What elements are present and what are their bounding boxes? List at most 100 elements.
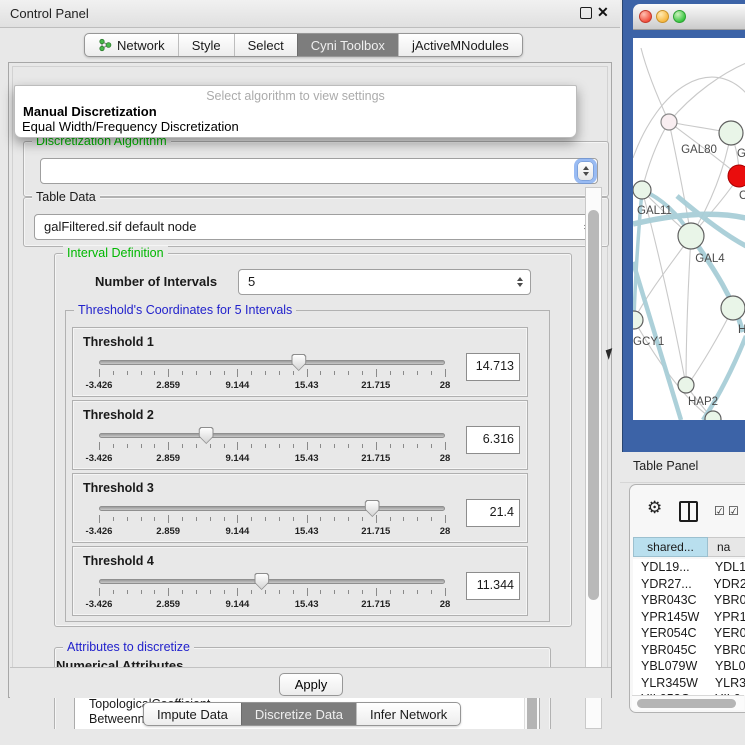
top-tab-bar: Network Style Select Cyni Toolbox jActiv… xyxy=(84,33,523,57)
slider-tick-labels: -3.4262.8599.14415.4321.71528 xyxy=(99,380,445,392)
tab-network[interactable]: Network xyxy=(85,34,178,56)
node-red xyxy=(728,165,745,187)
dropdown-option-equal-width[interactable]: Equal Width/Frequency Discretization xyxy=(22,119,239,134)
tab-label: Discretize Data xyxy=(255,707,343,722)
table-row[interactable]: YDL19...YDL1 xyxy=(633,559,745,576)
threshold-panel: Threshold 3 -3.4262.8599.14415.4321.7152… xyxy=(72,473,528,543)
table-row[interactable]: YBR045CYBR0 xyxy=(633,642,745,659)
tab-discretize-data[interactable]: Discretize Data xyxy=(241,703,356,725)
threshold-4-value-field[interactable]: 11.344 xyxy=(466,572,520,600)
network-icon xyxy=(98,38,112,52)
slider-track[interactable] xyxy=(99,579,445,584)
close-icon[interactable]: ✕ xyxy=(597,4,609,21)
table-row[interactable]: YER054CYER0 xyxy=(633,625,745,642)
checkbox-icon[interactable]: ☑ xyxy=(728,504,739,518)
network-window-titlebar[interactable] xyxy=(633,4,745,30)
threshold-3-value-field[interactable]: 21.4 xyxy=(466,499,520,527)
bottom-tab-bar: Impute Data Discretize Data Infer Networ… xyxy=(143,702,461,726)
threshold-2-slider[interactable]: -3.4262.8599.14415.4321.71528 xyxy=(99,429,445,469)
slider-ticks xyxy=(99,369,445,378)
tab-label: Impute Data xyxy=(157,707,228,722)
column-header-name[interactable]: na xyxy=(708,537,745,557)
table-row[interactable]: YBL079WYBL0 xyxy=(633,658,745,675)
table-panel-header: Table Panel xyxy=(620,452,745,483)
threshold-label: Threshold 4 xyxy=(83,554,154,568)
tab-impute-data[interactable]: Impute Data xyxy=(144,703,241,725)
threshold-2-value-field[interactable]: 6.316 xyxy=(466,426,520,454)
apply-row: Apply xyxy=(10,667,611,698)
threshold-1-slider[interactable]: -3.4262.8599.14415.4321.71528 xyxy=(99,356,445,396)
control-panel-titlebar: Control Panel ✕ xyxy=(0,0,620,28)
slider-tick-labels: -3.4262.8599.14415.4321.71528 xyxy=(99,599,445,611)
slider-track[interactable] xyxy=(99,360,445,365)
close-traffic-light-icon[interactable] xyxy=(639,10,652,23)
tab-label: Style xyxy=(192,38,221,53)
panel-scrollbar[interactable] xyxy=(585,187,602,729)
apply-button[interactable]: Apply xyxy=(279,673,343,696)
minimize-traffic-light-icon[interactable] xyxy=(656,10,669,23)
threshold-label: Threshold 2 xyxy=(83,408,154,422)
threshold-label: Threshold 1 xyxy=(83,335,154,349)
combobox-value: 5 xyxy=(248,274,255,289)
slider-track[interactable] xyxy=(99,506,445,511)
table-header-row: shared... na xyxy=(633,537,745,557)
tab-style[interactable]: Style xyxy=(178,34,234,56)
number-of-intervals-combobox[interactable]: 5 xyxy=(238,269,531,295)
slider-tick-labels: -3.4262.8599.14415.4321.71528 xyxy=(99,453,445,465)
tab-select[interactable]: Select xyxy=(234,34,297,56)
table-horizontal-scrollbar[interactable] xyxy=(632,695,744,710)
panel-title: Control Panel xyxy=(10,6,89,21)
table-row[interactable]: YDR27...YDR2 xyxy=(633,576,745,593)
threshold-panel: Threshold 4 -3.4262.8599.14415.4321.7152… xyxy=(72,546,528,616)
zoom-traffic-light-icon[interactable] xyxy=(673,10,686,23)
tab-label: Cyni Toolbox xyxy=(311,38,385,53)
table-row[interactable]: YLR345WYLR3 xyxy=(633,675,745,692)
node-label: H xyxy=(738,324,745,336)
node-h xyxy=(721,296,745,320)
stepper-icon xyxy=(513,274,526,290)
thresholds-group: Threshold's Coordinates for 5 Intervals … xyxy=(65,310,550,622)
interval-definition-group: Interval Definition Number of Intervals … xyxy=(54,253,572,627)
table-panel: ⚙ ☑ ☑ shared... na YDL19...YDL1 YDR27...… xyxy=(629,484,745,713)
group-title: Threshold's Coordinates for 5 Intervals xyxy=(74,303,296,317)
control-panel-window: Control Panel ✕ Network Style Select Cyn… xyxy=(0,0,620,745)
tab-label: jActiveMNodules xyxy=(412,38,509,53)
stepper-icon[interactable] xyxy=(577,161,594,181)
threshold-3-slider[interactable]: -3.4262.8599.14415.4321.71528 xyxy=(99,502,445,542)
table-row[interactable]: YPR145WYPR1 xyxy=(633,609,745,626)
settings-gear-icon[interactable]: ⚙ xyxy=(647,498,662,518)
slider-ticks xyxy=(99,588,445,597)
node-gal11 xyxy=(633,181,651,199)
table-row[interactable]: YBR043CYBR0 xyxy=(633,592,745,609)
network-view-window: GAL80GACGAL11GAL4GCY1HHAP2 xyxy=(622,0,745,452)
threshold-1-value-field[interactable]: 14.713 xyxy=(466,353,520,381)
node-label: GAL80 xyxy=(681,144,717,156)
scrollbar-thumb[interactable] xyxy=(588,210,599,600)
tab-infer-network[interactable]: Infer Network xyxy=(356,703,460,725)
tab-cyni-toolbox[interactable]: Cyni Toolbox xyxy=(297,34,398,56)
column-header-shared-name[interactable]: shared... xyxy=(633,537,708,557)
tab-jactivemnodules[interactable]: jActiveMNodules xyxy=(398,34,522,56)
algorithm-dropdown-popup: Select algorithm to view settings Manual… xyxy=(14,85,577,138)
threshold-panel: Threshold 2 -3.4262.8599.14415.4321.7152… xyxy=(72,400,528,470)
float-window-icon[interactable] xyxy=(580,7,592,19)
node-label: GAL4 xyxy=(695,253,725,265)
threshold-label: Threshold 3 xyxy=(83,481,154,495)
split-view-icon[interactable] xyxy=(679,501,698,522)
algorithm-combobox[interactable] xyxy=(40,158,598,184)
tab-label: Network xyxy=(117,38,165,53)
slider-ticks xyxy=(99,442,445,451)
node-gcy1 xyxy=(633,311,643,329)
threshold-panel: Threshold 1 -3.4262.8599.14415.4321.7152… xyxy=(72,327,528,397)
dropdown-option-manual[interactable]: Manual Discretization xyxy=(23,104,157,119)
node-label: C xyxy=(739,190,745,202)
network-canvas[interactable]: GAL80GACGAL11GAL4GCY1HHAP2 xyxy=(633,38,745,420)
node-label: HAP2 xyxy=(688,396,718,408)
tab-label: Infer Network xyxy=(370,707,447,722)
threshold-4-slider[interactable]: -3.4262.8599.14415.4321.71528 xyxy=(99,575,445,615)
checkbox-icon[interactable]: ☑ xyxy=(714,504,725,518)
slider-track[interactable] xyxy=(99,433,445,438)
scrollbar-thumb[interactable] xyxy=(637,699,736,708)
node-gal4 xyxy=(678,223,704,249)
slider-ticks xyxy=(99,515,445,524)
